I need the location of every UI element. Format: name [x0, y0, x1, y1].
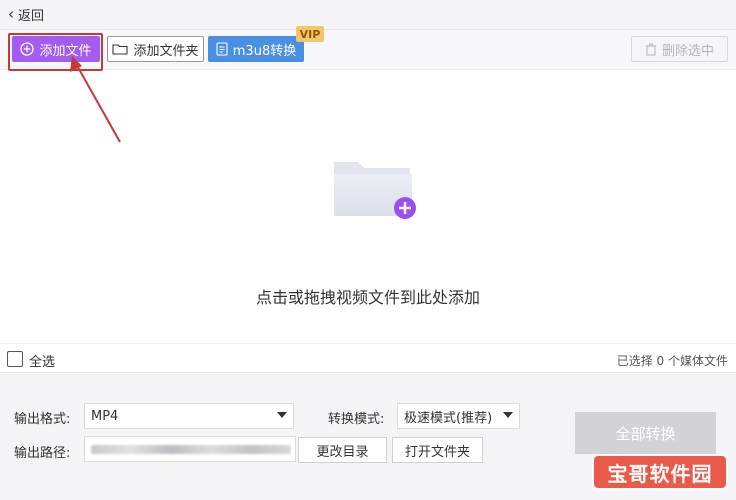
- path-label: 输出路径:: [14, 446, 71, 461]
- selected-count: 已选择 0 个媒体文件: [616, 354, 728, 368]
- m3u8-convert-button[interactable]: m3u8转换: [208, 36, 304, 62]
- document-icon: [216, 42, 228, 56]
- watermark-logo: 宝哥软件园: [592, 454, 728, 490]
- add-file-label: 添加文件: [39, 43, 92, 59]
- chevron-down-icon: [277, 412, 287, 418]
- folder-icon: [112, 44, 129, 55]
- vip-badge: VIP: [296, 26, 324, 42]
- add-file-button[interactable]: 添加文件: [12, 36, 100, 62]
- output-path-field[interactable]: [84, 436, 296, 462]
- back-button[interactable]: ‹ 返回: [8, 5, 45, 25]
- chevron-down-icon: [503, 412, 513, 418]
- selection-row: 全选 已选择 0 个媒体文件: [0, 343, 736, 373]
- select-all-label: 全选: [29, 355, 56, 370]
- chevron-left-icon: ‹: [8, 5, 14, 23]
- change-dir-button[interactable]: 更改目录: [298, 437, 387, 463]
- folder-add-icon: [334, 162, 416, 219]
- toolbar: 添加文件 添加文件夹 m3u8转换 删除选中: [0, 30, 736, 70]
- back-label: 返回: [18, 9, 45, 24]
- plus-circle-icon: [20, 42, 35, 56]
- top-bar: ‹ 返回: [0, 0, 736, 30]
- mode-value: 极速模式(推荐): [404, 410, 493, 426]
- m3u8-convert-label: m3u8转换: [232, 43, 297, 59]
- format-value: MP4: [91, 408, 119, 424]
- open-folder-button[interactable]: 打开文件夹: [392, 437, 483, 463]
- select-all-checkbox[interactable]: [7, 351, 23, 367]
- format-label: 输出格式:: [14, 412, 71, 427]
- drop-zone[interactable]: 点击或拖拽视频文件到此处添加: [0, 71, 736, 343]
- mode-select[interactable]: 极速模式(推荐): [397, 403, 520, 429]
- path-blurred-value: [91, 445, 291, 454]
- delete-selected-label: 删除选中: [661, 43, 714, 59]
- mode-label: 转换模式:: [328, 412, 385, 427]
- format-select[interactable]: MP4: [84, 403, 294, 429]
- drop-hint: 点击或拖拽视频文件到此处添加: [255, 288, 480, 307]
- delete-selected-button[interactable]: 删除选中: [631, 36, 728, 62]
- convert-all-button[interactable]: 全部转换: [575, 412, 716, 454]
- add-folder-button[interactable]: 添加文件夹: [107, 36, 204, 62]
- trash-icon: [645, 43, 656, 55]
- add-folder-label: 添加文件夹: [133, 43, 199, 59]
